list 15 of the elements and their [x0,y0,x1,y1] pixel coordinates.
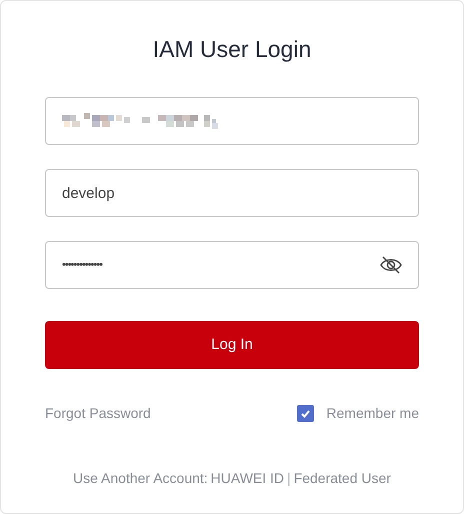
login-title: IAM User Login [152,35,312,64]
federated-user-link[interactable]: Federated User [294,468,391,489]
text-field[interactable]: develop [45,169,419,217]
forgot-password-link[interactable]: Forgot Password [45,403,151,424]
separator: | [287,469,291,488]
another-account-label: Use Another Account: [73,469,208,488]
remember-me-label: Remember me [326,404,419,423]
password-value: •••••••••••••• [62,258,102,273]
checkmark-icon [301,410,310,418]
username-field[interactable] [45,97,419,145]
login-button[interactable]: Log In [45,321,419,369]
hidden-eye-icon[interactable] [380,255,402,275]
huawei-id-link[interactable]: HUAWEI ID [210,468,284,489]
remember-checkbox[interactable] [297,405,314,422]
password-field[interactable]: •••••••••••••• [45,241,419,289]
